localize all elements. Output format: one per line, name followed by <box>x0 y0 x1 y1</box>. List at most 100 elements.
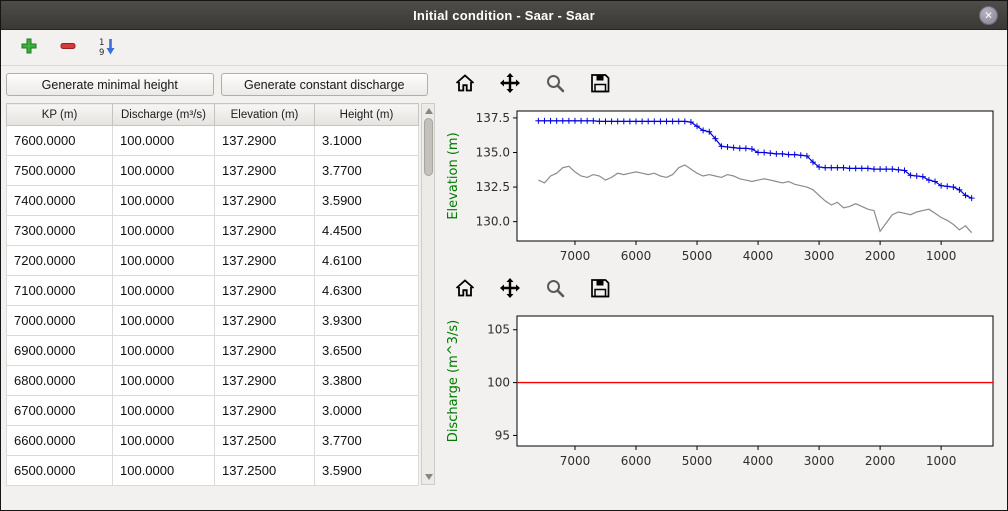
table-scrollbar[interactable] <box>421 103 435 485</box>
elevation-plot-toolbar <box>443 68 1003 101</box>
table-cell[interactable]: 6500.0000 <box>7 456 113 486</box>
table-cell[interactable]: 137.2900 <box>215 396 315 426</box>
table-row: 7400.0000100.0000137.29003.5900 <box>7 186 419 216</box>
svg-text:1000: 1000 <box>926 454 957 468</box>
remove-row-button[interactable] <box>55 35 81 61</box>
table-cell[interactable]: 137.2900 <box>215 216 315 246</box>
table-row: 6700.0000100.0000137.29003.0000 <box>7 396 419 426</box>
table-cell[interactable]: 100.0000 <box>113 156 215 186</box>
svg-text:130.0: 130.0 <box>476 215 510 229</box>
home-icon <box>454 72 476 97</box>
column-header[interactable]: Discharge (m³/s) <box>113 104 215 126</box>
column-header[interactable]: Elevation (m) <box>215 104 315 126</box>
table-cell[interactable]: 100.0000 <box>113 216 215 246</box>
pan-icon <box>499 277 521 302</box>
table-cell[interactable]: 3.5900 <box>315 186 419 216</box>
table-cell[interactable]: 7300.0000 <box>7 216 113 246</box>
table-cell[interactable]: 100.0000 <box>113 306 215 336</box>
table-row: 6500.0000100.0000137.25003.5900 <box>7 456 419 486</box>
discharge-save-button[interactable] <box>586 277 614 303</box>
table-cell[interactable]: 7000.0000 <box>7 306 113 336</box>
svg-text:2000: 2000 <box>865 454 896 468</box>
table-body: 7600.0000100.0000137.29003.10007500.0000… <box>7 126 419 486</box>
elevation-zoom-button[interactable] <box>541 72 569 98</box>
generate-constant-discharge-button[interactable]: Generate constant discharge <box>221 73 429 96</box>
left-panel: Generate minimal height Generate constan… <box>1 66 435 510</box>
table-cell[interactable]: 4.6100 <box>315 246 419 276</box>
zoom-icon <box>544 277 566 302</box>
table-cell[interactable]: 3.1000 <box>315 126 419 156</box>
svg-text:Discharge (m^3/s): Discharge (m^3/s) <box>446 320 461 442</box>
table-wrap: KP (m)Discharge (m³/s)Elevation (m)Heigh… <box>6 103 435 486</box>
table-cell[interactable]: 100.0000 <box>113 126 215 156</box>
table-cell[interactable]: 3.6500 <box>315 336 419 366</box>
table-cell[interactable]: 100.0000 <box>113 186 215 216</box>
sort-button[interactable]: 1 9 <box>94 35 120 61</box>
discharge-plot-toolbar <box>443 273 1003 306</box>
elevation-pan-button[interactable] <box>496 72 524 98</box>
table-cell[interactable]: 100.0000 <box>113 456 215 486</box>
table-cell[interactable]: 100.0000 <box>113 246 215 276</box>
table-cell[interactable]: 4.6300 <box>315 276 419 306</box>
column-header[interactable]: Height (m) <box>315 104 419 126</box>
window-title: Initial condition - Saar - Saar <box>413 8 595 23</box>
table-cell[interactable]: 100.0000 <box>113 366 215 396</box>
svg-text:95: 95 <box>495 428 510 442</box>
table-cell[interactable]: 137.2900 <box>215 366 315 396</box>
table-cell[interactable]: 137.2900 <box>215 186 315 216</box>
right-panel: 7000600050004000300020001000137.5135.013… <box>435 66 1007 510</box>
table-cell[interactable]: 137.2900 <box>215 246 315 276</box>
table-cell[interactable]: 137.2900 <box>215 156 315 186</box>
table-cell[interactable]: 7200.0000 <box>7 246 113 276</box>
elevation-home-button[interactable] <box>451 72 479 98</box>
add-row-button[interactable] <box>16 35 42 61</box>
close-button[interactable]: × <box>979 6 998 25</box>
discharge-chart[interactable]: 700060005000400030002000100010510095Disc… <box>443 306 1003 478</box>
elevation-save-button[interactable] <box>586 72 614 98</box>
close-icon: × <box>985 9 993 22</box>
table-cell[interactable]: 6800.0000 <box>7 366 113 396</box>
table-cell[interactable]: 100.0000 <box>113 426 215 456</box>
table-cell[interactable]: 3.5900 <box>315 456 419 486</box>
discharge-pan-button[interactable] <box>496 277 524 303</box>
table-cell[interactable]: 6600.0000 <box>7 426 113 456</box>
table-cell[interactable]: 137.2900 <box>215 306 315 336</box>
table-cell[interactable]: 6700.0000 <box>7 396 113 426</box>
svg-text:6000: 6000 <box>621 249 652 263</box>
table-cell[interactable]: 137.2500 <box>215 426 315 456</box>
table-cell[interactable]: 100.0000 <box>113 336 215 366</box>
svg-text:135.0: 135.0 <box>476 145 510 159</box>
table-cell[interactable]: 137.2900 <box>215 126 315 156</box>
table-cell[interactable]: 7100.0000 <box>7 276 113 306</box>
table-cell[interactable]: 3.7700 <box>315 426 419 456</box>
table-cell[interactable]: 6900.0000 <box>7 336 113 366</box>
table-cell[interactable]: 7500.0000 <box>7 156 113 186</box>
svg-text:4000: 4000 <box>743 249 774 263</box>
table-row: 7600.0000100.0000137.29003.1000 <box>7 126 419 156</box>
table-cell[interactable]: 3.3800 <box>315 366 419 396</box>
table-cell[interactable]: 3.9300 <box>315 306 419 336</box>
table-cell[interactable]: 137.2900 <box>215 276 315 306</box>
home-icon <box>454 277 476 302</box>
svg-text:1000: 1000 <box>926 249 957 263</box>
table-cell[interactable]: 100.0000 <box>113 276 215 306</box>
table-cell[interactable]: 137.2500 <box>215 456 315 486</box>
table-cell[interactable]: 3.0000 <box>315 396 419 426</box>
table-cell[interactable]: 4.4500 <box>315 216 419 246</box>
table-cell[interactable]: 3.7700 <box>315 156 419 186</box>
table-cell[interactable]: 137.2900 <box>215 336 315 366</box>
generate-minimal-height-button[interactable]: Generate minimal height <box>6 73 214 96</box>
table-row: 7100.0000100.0000137.29004.6300 <box>7 276 419 306</box>
scroll-up-icon[interactable] <box>425 108 433 114</box>
table-cell[interactable]: 7600.0000 <box>7 126 113 156</box>
discharge-zoom-button[interactable] <box>541 277 569 303</box>
table-cell[interactable]: 100.0000 <box>113 396 215 426</box>
table-cell[interactable]: 7400.0000 <box>7 186 113 216</box>
minus-icon <box>59 37 77 58</box>
table-header-row: KP (m)Discharge (m³/s)Elevation (m)Heigh… <box>7 104 419 126</box>
scrollbar-thumb[interactable] <box>424 118 433 176</box>
discharge-home-button[interactable] <box>451 277 479 303</box>
elevation-chart[interactable]: 7000600050004000300020001000137.5135.013… <box>443 101 1003 273</box>
column-header[interactable]: KP (m) <box>7 104 113 126</box>
scroll-down-icon[interactable] <box>425 474 433 480</box>
